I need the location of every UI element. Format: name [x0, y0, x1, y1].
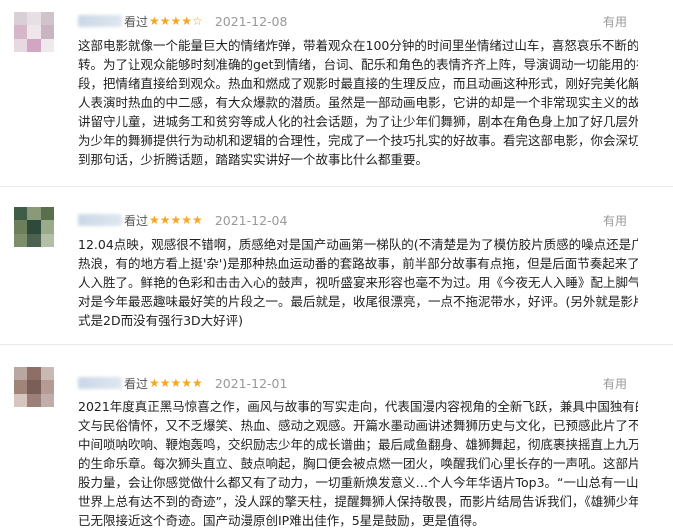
review-text-line: 人表演时热血的中二感，有大众爆款的潜质。虽然是一部动画电影，它讲的却是一个非常现… — [78, 95, 638, 110]
username[interactable] — [78, 15, 122, 27]
review-text-line: 的生命乐章。每次狮头直立、鼓点响起，胸口便会被点燃一团火，唤醒我们心里长存的一声… — [78, 456, 638, 471]
review-text-line: 中间唢呐吹响、鞭炮轰鸣，交织励志少年的成长谱曲；最后咸鱼翻身、雄狮舞起，彻底裹挟… — [78, 437, 638, 452]
username[interactable] — [78, 377, 122, 389]
review-text-line: 转。为了让观众能够时刻准确的get到情绪，台词、配乐和角色的表情齐齐上阵，导演调… — [78, 57, 638, 72]
useful-button[interactable]: 有用 — [603, 13, 627, 30]
watched-label: 看过 — [124, 376, 149, 391]
username[interactable] — [78, 214, 122, 226]
review-text-line: 式是2D而没有强行3D大好评) — [78, 313, 244, 328]
watched-label: 看过 — [124, 213, 149, 228]
star-rating: ★★★★★ — [149, 213, 203, 227]
review-text-line: 12.04点映，观感很不错啊，质感绝对是国产动画第一梯队的(不清楚是为了模仿胶片… — [78, 237, 638, 252]
avatar[interactable] — [14, 207, 54, 247]
review-text-line: 讲留守儿童，进城务工和贫穷等成人化的社会话题，为了让少年们舞狮，剧本在角色身上加… — [78, 114, 638, 129]
review-text-line: 股力量，会让你感觉做什么都又有了动力，一切重新焕发意义…个人今年华语片Top3。… — [78, 475, 638, 490]
avatar[interactable] — [14, 12, 54, 52]
review-header: 看过 ★★★★★ 2021-12-01 — [78, 374, 287, 392]
star-rating: ★★★★☆ — [149, 14, 203, 28]
review-text-line: 已无限接近这个奇迹。国产动漫原创IP难出佳作，5星是鼓励，更是值得。 — [78, 513, 485, 528]
review-text-line: 为少年的舞狮提供行为动机和逻辑的合理性，完成了一个技巧扎实的好故事。看完这部电影… — [78, 133, 638, 148]
review-text-line: 世界上总有达不到的奇迹”，没人踩的擎天柱，提醒舞狮人保持敬畏，而影片结局告诉我们… — [78, 494, 638, 509]
review-date: 2021-12-08 — [214, 13, 288, 29]
review-text-line: 文与民俗情怀，又不乏爆笑、热血、感动之观感。开篇水墨动画讲述舞狮历史与文化，已预… — [78, 418, 638, 433]
review-header: 看过 ★★★★★ 2021-12-04 — [78, 211, 287, 229]
review-text-line: 到那句话，少折腾话题，踏踏实实讲好一个故事比什么都重要。 — [78, 152, 429, 167]
review-text: 12.04点映，观感很不错啊，质感绝对是国产动画第一梯队的(不清楚是为了模仿胶片… — [78, 235, 638, 330]
useful-button[interactable]: 有用 — [603, 375, 627, 392]
review-date: 2021-12-04 — [214, 212, 288, 228]
review-text-line: 2021年度真正黑马惊喜之作，画风与故事的写实走向，代表国漫内容视角的全新飞跃，… — [78, 399, 638, 414]
avatar[interactable] — [14, 367, 54, 407]
review-text-line: 对是今年最恶趣味最好笑的片段之一。最后就是，收尾很漂亮，一点不拖泥带水，好评。(… — [78, 294, 638, 309]
review-text: 这部电影就像一个能量巨大的情绪炸弹，带着观众在100分钟的时间里坐情绪过山车，喜… — [78, 36, 638, 169]
divider — [0, 344, 673, 345]
review-header: 看过 ★★★★☆ 2021-12-08 — [78, 12, 287, 30]
star-rating: ★★★★★ — [149, 376, 203, 390]
review-text-line: 这部电影就像一个能量巨大的情绪炸弹，带着观众在100分钟的时间里坐情绪过山车，喜… — [78, 38, 638, 53]
review-text-line: 段，把情绪直接给到观众。热血和燃成了观影时最直接的生理反应，而且动画这种形式，刚… — [78, 76, 638, 91]
review-date: 2021-12-01 — [214, 375, 288, 391]
watched-label: 看过 — [124, 14, 149, 29]
review-text-line: 人入胜了。鲜艳的色彩和击击入心的鼓声，视听盛宴来形容也毫不为过。用《今夜无人入睡… — [78, 275, 638, 290]
review-text-line: 热浪，有的地方看上挺'杂')是那种热血运动番的套路故事，前半部分故事有点拖，但是… — [78, 256, 638, 271]
useful-button[interactable]: 有用 — [603, 212, 627, 229]
divider — [0, 186, 673, 187]
review-text: 2021年度真正黑马惊喜之作，画风与故事的写实走向，代表国漫内容视角的全新飞跃，… — [78, 397, 638, 530]
